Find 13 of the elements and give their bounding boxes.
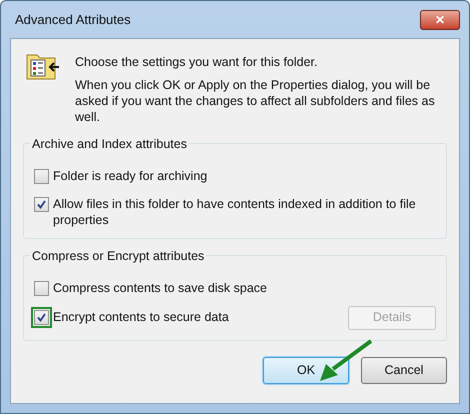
checkbox[interactable] <box>34 280 49 296</box>
intro-heading: Choose the settings you want for this folder. <box>75 54 318 71</box>
intro-text: When you click OK or Apply on the Properties dialog, you will be asked if you want the changes to affect all subfolders and files as well. <box>75 76 436 125</box>
option-label: Folder is ready for archiving <box>53 168 208 184</box>
window-title: Advanced Attributes <box>15 10 131 29</box>
checkbox[interactable] <box>34 196 49 212</box>
ok-button[interactable]: OK <box>263 356 349 384</box>
option-label: Allow files in this folder to have contents indexed in addition to file properties <box>53 196 417 228</box>
annotation-arrow <box>319 339 373 383</box>
option-label: Encrypt contents to secure data <box>53 309 229 326</box>
checkbox[interactable] <box>34 168 49 184</box>
option-label: Compress contents to save disk space <box>53 280 267 296</box>
cancel-button[interactable]: Cancel <box>361 356 447 384</box>
